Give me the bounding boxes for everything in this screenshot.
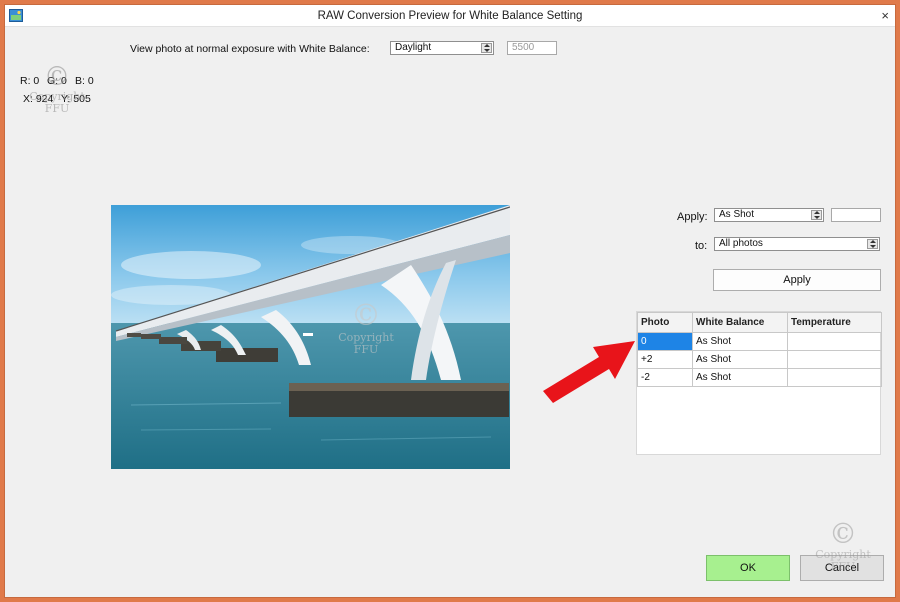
bridge-photo-image [111, 205, 510, 469]
bottom-copyright-watermark: © Copyright FFU [805, 519, 881, 573]
table-cell-photo[interactable]: -2 [637, 368, 693, 387]
photo-watermark: © Copyright FFU [321, 300, 411, 356]
table-cell-temperature[interactable] [787, 368, 882, 387]
table-cell-temperature[interactable] [787, 350, 882, 369]
spinner-arrows-icon[interactable] [811, 210, 822, 220]
copyright-line2: FFU [44, 102, 70, 115]
white-balance-select[interactable]: Daylight [390, 41, 494, 55]
table-cell-temperature[interactable] [787, 332, 882, 351]
table-cell-white-balance[interactable]: As Shot [692, 350, 788, 369]
photo-watermark-symbol: © [351, 298, 381, 333]
apply-label: Apply: [677, 211, 708, 223]
temperature-field[interactable]: 5500 [507, 41, 557, 55]
table-cell-white-balance[interactable]: As Shot [692, 368, 788, 387]
title-bar: RAW Conversion Preview for White Balance… [5, 5, 895, 27]
table-cell-photo[interactable]: +2 [637, 350, 693, 369]
view-exposure-label: View photo at normal exposure with White… [130, 43, 370, 55]
bottom-copyright-symbol: © [829, 517, 857, 550]
to-label: to: [695, 240, 708, 252]
spinner-arrows-icon[interactable] [481, 43, 492, 53]
window-title: RAW Conversion Preview for White Balance… [317, 10, 583, 22]
apply-wb-select-value: As Shot [719, 209, 755, 220]
apply-target-select[interactable]: All photos [714, 237, 880, 251]
apply-target-select-value: All photos [719, 238, 763, 249]
spinner-arrows-icon[interactable] [867, 239, 878, 249]
table-cell-white-balance[interactable]: As Shot [692, 332, 788, 351]
close-icon[interactable]: × [881, 8, 889, 23]
ok-button[interactable]: OK [706, 555, 790, 581]
photo-wb-table: Photo White Balance Temperature 0 As Sho… [636, 311, 882, 455]
table-row[interactable]: -2 As Shot [637, 368, 882, 387]
white-balance-select-value: Daylight [395, 42, 432, 53]
table-row[interactable]: +2 As Shot [637, 350, 882, 369]
bottom-copyright-line2: FFU [830, 560, 856, 573]
copyright-symbol: © [44, 62, 70, 92]
apply-button[interactable]: Apply [713, 269, 881, 291]
column-header-photo[interactable]: Photo [637, 312, 693, 333]
apply-wb-select[interactable]: As Shot [714, 208, 824, 222]
apply-temperature-field[interactable] [831, 208, 881, 222]
column-header-temperature[interactable]: Temperature [787, 312, 882, 333]
column-header-white-balance[interactable]: White Balance [692, 312, 788, 333]
copyright-watermark: © Copyright FFU [17, 63, 97, 115]
photo-preview[interactable]: © Copyright FFU [111, 205, 510, 469]
table-cell-photo[interactable]: 0 [637, 332, 693, 351]
photo-watermark-line2: FFU [353, 343, 379, 356]
table-header-row: Photo White Balance Temperature [637, 312, 882, 333]
table-row[interactable]: 0 As Shot [637, 332, 882, 351]
dialog-window: RAW Conversion Preview for White Balance… [4, 4, 896, 598]
red-arrow-icon [543, 341, 635, 403]
